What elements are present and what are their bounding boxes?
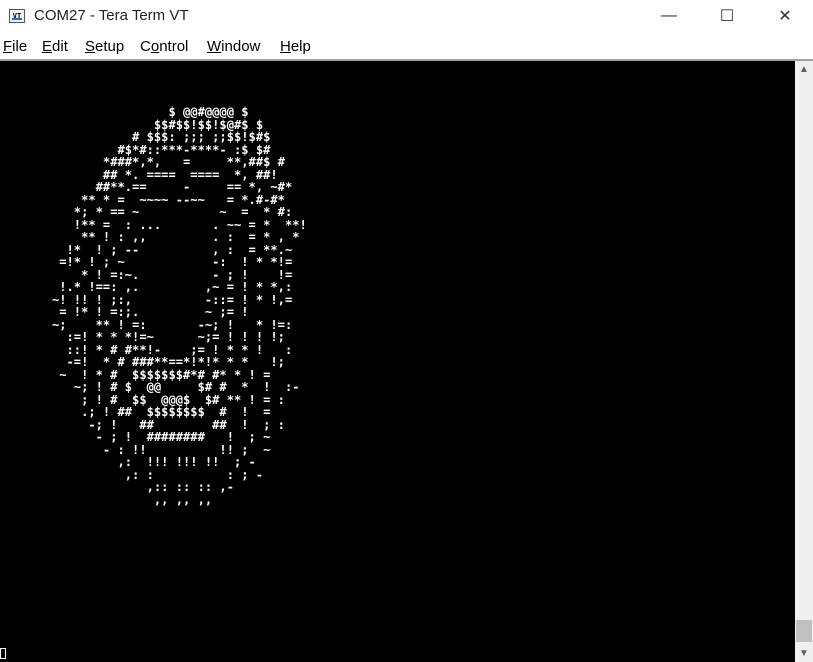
scroll-up-button[interactable]: ▲ [795,61,813,78]
menu-edit[interactable]: Edit [42,38,68,55]
menu-file[interactable]: File [3,38,27,55]
menu-control-prefix: C [140,38,151,55]
menu-file-mnemonic: F [3,38,13,55]
vertical-scrollbar[interactable]: ▲ ▼ [795,61,813,662]
terminal-cursor [0,648,6,659]
menu-control-label: ntrol [159,38,189,55]
menu-control-mnemonic: o [150,38,160,55]
menu-bar: File Edit Setup Control Window Help [0,34,813,58]
maximize-icon: ☐ [719,8,735,25]
menu-window-label: indow [221,38,261,55]
menu-help[interactable]: Help [280,38,311,55]
menu-window[interactable]: Window [207,38,260,55]
menu-help-label: elp [290,38,311,55]
minimize-icon: — [661,7,677,24]
scroll-down-button[interactable]: ▼ [795,645,813,662]
close-button[interactable]: ✕ [762,0,808,32]
close-icon: ✕ [778,8,792,25]
menu-setup[interactable]: Setup [85,38,124,55]
menu-file-label: ile [12,38,28,55]
menu-edit-label: dit [52,38,68,55]
menu-edit-mnemonic: E [42,38,53,55]
menu-setup-label: etup [95,38,125,55]
menu-control[interactable]: Control [140,38,188,55]
teraterm-app-icon[interactable]: VT [9,9,25,23]
menu-help-mnemonic: H [280,38,291,55]
scroll-up-icon: ▲ [799,64,809,75]
scroll-down-icon: ▼ [799,648,809,659]
terminal-output: $ @@#@@@@ $ $$#$$!$$!$@#$ $ # $$$: ;;; ;… [51,105,307,507]
minimize-button[interactable]: — [646,0,692,32]
title-bar: VT COM27 - Tera Term VT — ☐ ✕ [0,0,813,33]
menu-setup-mnemonic: S [85,38,96,55]
window-title: COM27 - Tera Term VT [34,7,189,24]
terminal-screen[interactable]: $ @@#@@@@ $ $$#$$!$$!$@#$ $ # $$$: ;;; ;… [0,61,795,662]
maximize-button[interactable]: ☐ [704,0,750,32]
menu-window-mnemonic: W [207,38,222,55]
scroll-thumb[interactable] [796,620,812,642]
